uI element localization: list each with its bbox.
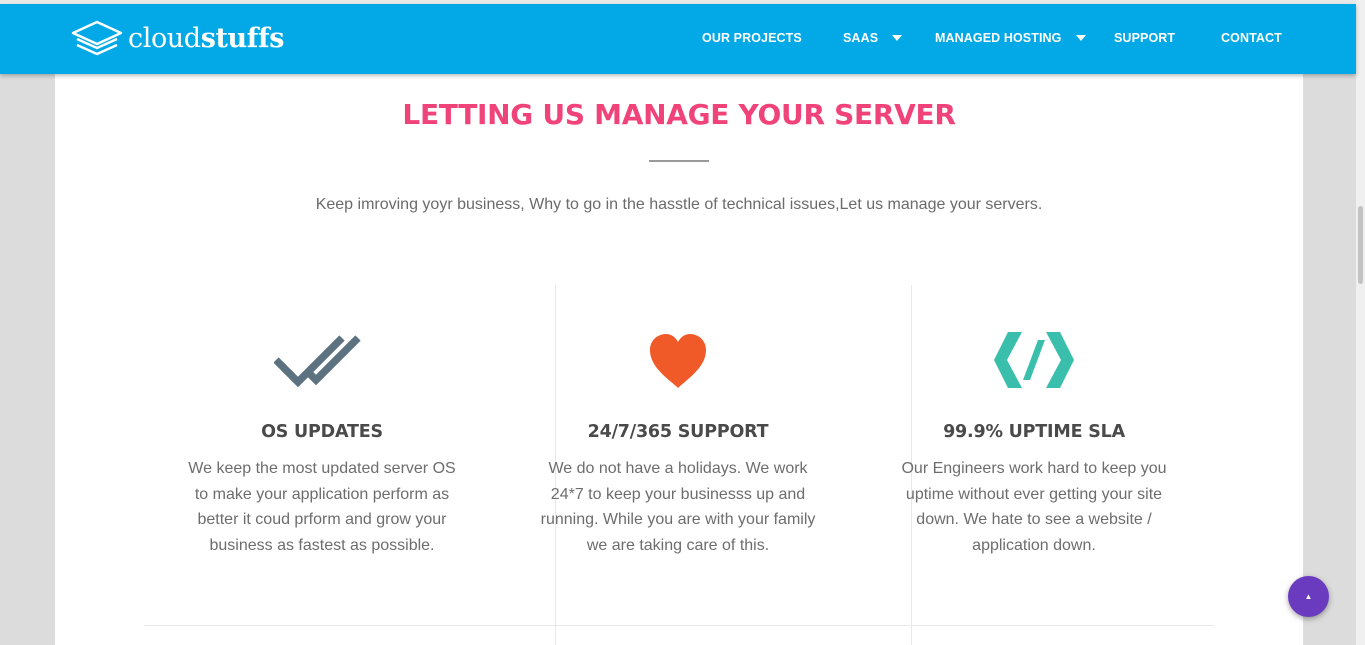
nav-item-managed-hosting[interactable]: MANAGED HOSTING xyxy=(935,30,1086,46)
nav-item-saas[interactable]: SAAS xyxy=(843,30,903,46)
nav-item-label: CONTACT xyxy=(1221,31,1282,45)
code-brackets-icon xyxy=(994,332,1074,388)
content-card: LETTING US MANAGE YOUR SERVER Keep imrov… xyxy=(55,74,1303,645)
feature-title: 99.9% UPTIME SLA xyxy=(943,422,1125,442)
feature-title: 24/7/365 SUPPORT xyxy=(587,422,769,442)
heart-icon xyxy=(650,334,706,388)
nav-item-label: SAAS xyxy=(843,31,879,45)
chevron-down-icon xyxy=(892,35,903,41)
nav-item-our-projects[interactable]: OUR PROJECTS xyxy=(702,30,802,46)
feature-support: 24/7/365 SUPPORT We do not have a holida… xyxy=(500,285,856,625)
main-nav: OUR PROJECTS SAAS MANAGED HOSTING SUPPOR… xyxy=(0,4,1356,74)
scroll-to-top-button[interactable]: ▲ xyxy=(1288,576,1329,617)
feature-os-updates: OS UPDATES We keep the most updated serv… xyxy=(144,285,500,625)
feature-description: Our Engineers work hard to keep you upti… xyxy=(901,460,1167,555)
feature-uptime: 99.9% UPTIME SLA Our Engineers work hard… xyxy=(856,285,1212,625)
nav-item-label: MANAGED HOSTING xyxy=(935,31,1062,45)
double-check-icon xyxy=(274,335,361,388)
chevron-down-icon xyxy=(1075,35,1086,41)
feature-description: We do not have a holidays. We work 24*7 … xyxy=(540,460,816,555)
scrollbar-thumb[interactable] xyxy=(1358,206,1363,284)
nav-item-label: SUPPORT xyxy=(1114,31,1176,45)
row-divider xyxy=(144,625,1214,626)
title-divider xyxy=(649,160,709,162)
section-subtitle: Keep imroving yoyr business, Why to go i… xyxy=(315,196,1043,213)
nav-item-contact[interactable]: CONTACT xyxy=(1221,30,1282,46)
scrollbar-track[interactable] xyxy=(1356,0,1365,645)
features-grid: OS UPDATES We keep the most updated serv… xyxy=(144,285,1214,645)
feature-title: OS UPDATES xyxy=(261,422,383,442)
arrow-up-icon: ▲ xyxy=(1304,591,1313,601)
nav-item-label: OUR PROJECTS xyxy=(702,31,802,45)
site-header: cloudstuffs OUR PROJECTS SAAS MANAGED HO… xyxy=(0,4,1356,74)
section-title: LETTING US MANAGE YOUR SERVER xyxy=(402,98,956,131)
nav-item-support[interactable]: SUPPORT xyxy=(1114,30,1175,46)
feature-description: We keep the most updated server OS to ma… xyxy=(188,460,456,555)
